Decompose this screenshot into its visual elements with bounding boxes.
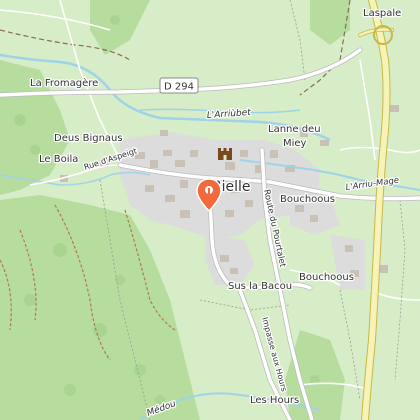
- road-shield-label: D 294: [164, 82, 194, 93]
- place-label-les-hours: Les Hours: [250, 395, 299, 406]
- road-shield-d294[interactable]: D 294: [159, 77, 199, 94]
- place-label-la-fromagere: La Fromagère: [30, 77, 98, 89]
- place-label-laspale: Laspale: [363, 8, 401, 19]
- place-label-bouchoous-1: Bouchoous: [280, 194, 335, 205]
- castle-icon[interactable]: [218, 148, 232, 160]
- place-label-miey: Miey: [283, 138, 307, 149]
- map-viewport[interactable]: D 294 L'Arriùbet L'Arriu-Mage Médou Rue …: [0, 0, 420, 420]
- place-label-deus-bignaus: Deus Bignaus: [54, 133, 123, 144]
- place-label-bouchoous-2: Bouchoous: [299, 272, 354, 283]
- place-label-lanne-deu: Lanne deu: [268, 124, 321, 135]
- place-label-sus-la-bacou: Sus la Bacou: [228, 281, 292, 292]
- map-canvas[interactable]: D 294 L'Arriùbet L'Arriu-Mage Médou Rue …: [0, 0, 420, 420]
- place-label-le-boila: Le Boila: [39, 154, 78, 165]
